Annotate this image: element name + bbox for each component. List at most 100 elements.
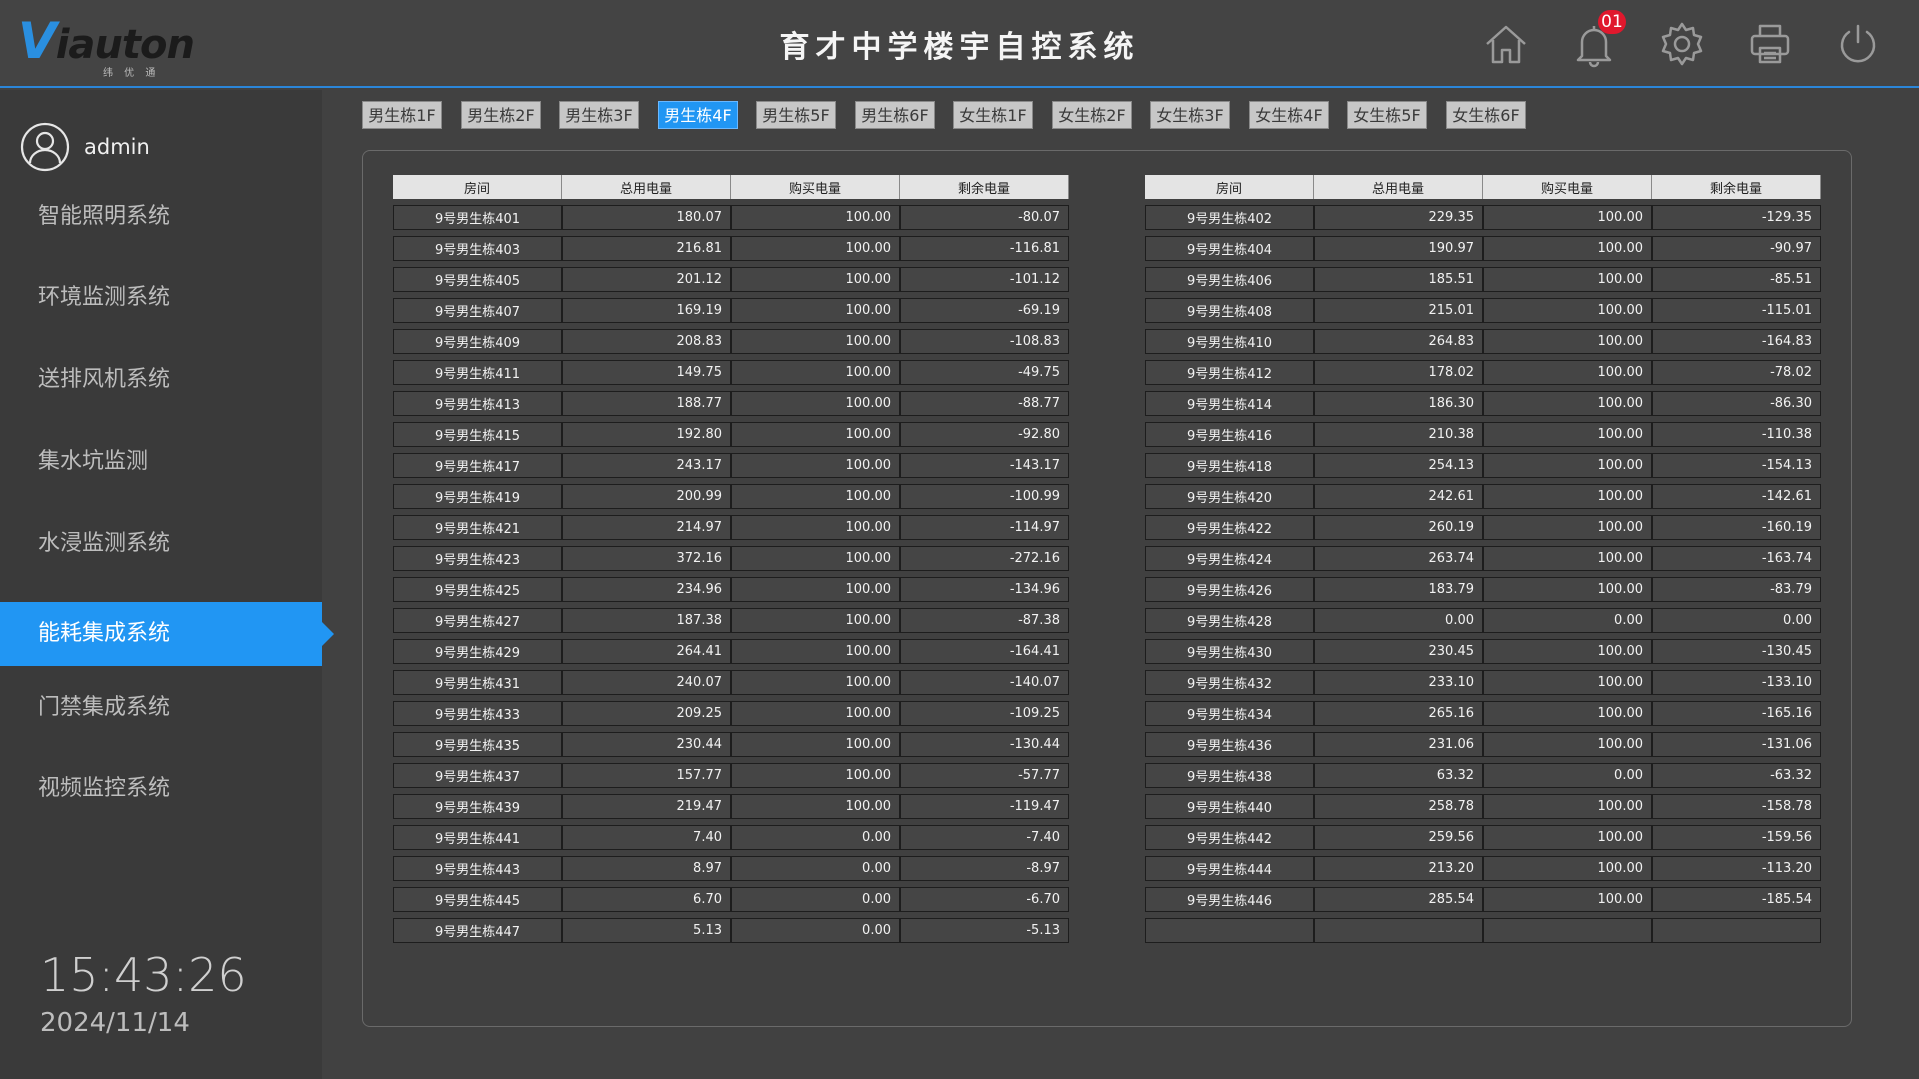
nav-item-video[interactable]: 视频监控系统 — [0, 757, 322, 821]
notification-badge: 01 — [1598, 10, 1626, 34]
purchased-cell: 100.00 — [1483, 422, 1652, 447]
user-avatar-icon — [20, 122, 70, 172]
nav-item-flood[interactable]: 水浸监测系统 — [0, 512, 322, 576]
table-row: 9号男生栋412 178.02 100.00 -78.02 — [1145, 360, 1821, 385]
remaining-cell: -101.12 — [900, 267, 1069, 292]
total-usage-cell: 243.17 — [562, 453, 731, 478]
total-usage-cell: 258.78 — [1314, 794, 1483, 819]
room-cell: 9号男生栋430 — [1145, 639, 1314, 664]
remaining-cell: -8.97 — [900, 856, 1069, 881]
tab-female-3f[interactable]: 女生栋3F — [1150, 101, 1230, 129]
room-cell: 9号男生栋412 — [1145, 360, 1314, 385]
tab-female-4f[interactable]: 女生栋4F — [1249, 101, 1329, 129]
table-row: 9号男生栋431 240.07 100.00 -140.07 — [393, 670, 1069, 695]
purchased-cell: 100.00 — [731, 732, 900, 757]
tab-male-2f[interactable]: 男生栋2F — [461, 101, 541, 129]
nav-item-ventilation[interactable]: 送排风机系统 — [0, 348, 322, 412]
home-icon[interactable] — [1482, 20, 1530, 68]
total-usage-cell: 285.54 — [1314, 887, 1483, 912]
remaining-cell: -163.74 — [1652, 546, 1821, 571]
tab-male-5f[interactable]: 男生栋5F — [756, 101, 836, 129]
gear-icon[interactable] — [1658, 20, 1706, 68]
nav-item-energy[interactable]: 能耗集成系统 — [0, 602, 334, 666]
purchased-cell: 100.00 — [1483, 267, 1652, 292]
purchased-cell: 100.00 — [1483, 701, 1652, 726]
total-usage-cell: 231.06 — [1314, 732, 1483, 757]
purchased-cell: 100.00 — [731, 763, 900, 788]
remaining-cell: -57.77 — [900, 763, 1069, 788]
energy-table-left: 房间 总用电量 购买电量 剩余电量 9号男生栋401 180.07 100.00 -8… — [393, 169, 1069, 949]
nav-item-environment[interactable]: 环境监测系统 — [0, 266, 322, 330]
tab-male-6f[interactable]: 男生栋6F — [855, 101, 935, 129]
logo-subtitle: 纬 优 通 — [103, 68, 160, 79]
nav-item-sump-pit[interactable]: 集水坑监测 — [0, 430, 322, 494]
table-row: 9号男生栋434 265.16 100.00 -165.16 — [1145, 701, 1821, 726]
total-usage-cell: 265.16 — [1314, 701, 1483, 726]
table-row: 9号男生栋429 264.41 100.00 -164.41 — [393, 639, 1069, 664]
room-cell: 9号男生栋414 — [1145, 391, 1314, 416]
tab-male-4f[interactable]: 男生栋4F — [658, 101, 738, 129]
room-cell: 9号男生栋424 — [1145, 546, 1314, 571]
purchased-cell: 0.00 — [731, 918, 900, 943]
purchased-cell: 100.00 — [1483, 670, 1652, 695]
remaining-cell: -5.13 — [900, 918, 1069, 943]
table-row: 9号男生栋439 219.47 100.00 -119.47 — [393, 794, 1069, 819]
nav-item-lighting[interactable]: 智能照明系统 — [0, 185, 322, 249]
tab-female-5f[interactable]: 女生栋5F — [1347, 101, 1427, 129]
tab-female-1f[interactable]: 女生栋1F — [953, 101, 1033, 129]
total-usage-cell: 149.75 — [562, 360, 731, 385]
total-usage-cell: 264.83 — [1314, 329, 1483, 354]
purchased-cell: 100.00 — [731, 670, 900, 695]
purchased-cell: 100.00 — [1483, 856, 1652, 881]
room-cell: 9号男生栋408 — [1145, 298, 1314, 323]
table-row: 9号男生栋402 229.35 100.00 -129.35 — [1145, 205, 1821, 230]
table-row: 9号男生栋422 260.19 100.00 -160.19 — [1145, 515, 1821, 540]
column-header-room: 房间 — [1145, 175, 1314, 199]
tab-female-2f[interactable]: 女生栋2F — [1052, 101, 1132, 129]
table-row: 9号男生栋430 230.45 100.00 -130.45 — [1145, 639, 1821, 664]
column-header-total: 总用电量 — [562, 175, 731, 199]
table-row: 9号男生栋401 180.07 100.00 -80.07 — [393, 205, 1069, 230]
remaining-cell: -131.06 — [1652, 732, 1821, 757]
purchased-cell: 100.00 — [731, 236, 900, 261]
table-row: 9号男生栋447 5.13 0.00 -5.13 — [393, 918, 1069, 943]
room-cell: 9号男生栋406 — [1145, 267, 1314, 292]
remaining-cell: -133.10 — [1652, 670, 1821, 695]
table-row: 9号男生栋446 285.54 100.00 -185.54 — [1145, 887, 1821, 912]
purchased-cell: 100.00 — [731, 608, 900, 633]
clock-time: 15:43:26 — [40, 948, 247, 1002]
total-usage-cell: 215.01 — [1314, 298, 1483, 323]
column-header-remaining: 剩余电量 — [1652, 175, 1821, 199]
table-row: 9号男生栋442 259.56 100.00 -159.56 — [1145, 825, 1821, 850]
purchased-cell: 0.00 — [1483, 608, 1652, 633]
purchased-cell: 100.00 — [1483, 453, 1652, 478]
table-row: 9号男生栋405 201.12 100.00 -101.12 — [393, 267, 1069, 292]
tab-male-1f[interactable]: 男生栋1F — [362, 101, 442, 129]
table-row: 9号男生栋435 230.44 100.00 -130.44 — [393, 732, 1069, 757]
room-cell: 9号男生栋444 — [1145, 856, 1314, 881]
total-usage-cell: 183.79 — [1314, 577, 1483, 602]
column-header-total: 总用电量 — [1314, 175, 1483, 199]
power-icon[interactable] — [1834, 20, 1882, 68]
purchased-cell: 100.00 — [1483, 794, 1652, 819]
purchased-cell: 100.00 — [731, 484, 900, 509]
room-cell: 9号男生栋426 — [1145, 577, 1314, 602]
room-cell: 9号男生栋434 — [1145, 701, 1314, 726]
total-usage-cell: 219.47 — [562, 794, 731, 819]
total-usage-cell — [1314, 918, 1483, 943]
total-usage-cell: 186.30 — [1314, 391, 1483, 416]
remaining-cell: -129.35 — [1652, 205, 1821, 230]
printer-icon[interactable] — [1746, 20, 1794, 68]
purchased-cell: 100.00 — [731, 639, 900, 664]
remaining-cell: -7.40 — [900, 825, 1069, 850]
tab-male-3f[interactable]: 男生栋3F — [559, 101, 639, 129]
tab-female-6f[interactable]: 女生栋6F — [1446, 101, 1526, 129]
remaining-cell — [1652, 918, 1821, 943]
column-header-purchased: 购买电量 — [1483, 175, 1652, 199]
table-row: 9号男生栋414 186.30 100.00 -86.30 — [1145, 391, 1821, 416]
nav-item-access-control[interactable]: 门禁集成系统 — [0, 676, 322, 740]
remaining-cell: -69.19 — [900, 298, 1069, 323]
room-cell: 9号男生栋404 — [1145, 236, 1314, 261]
remaining-cell: -130.45 — [1652, 639, 1821, 664]
remaining-cell: -116.81 — [900, 236, 1069, 261]
